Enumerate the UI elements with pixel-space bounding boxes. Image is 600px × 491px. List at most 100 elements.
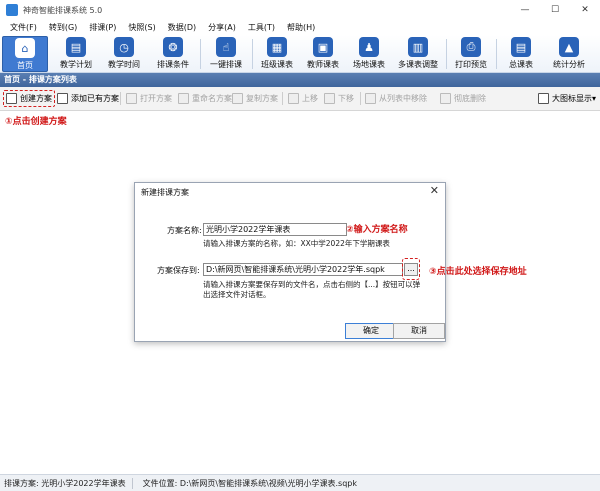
tool-statistics[interactable]: ▲ 统计分析 [546,36,592,72]
toolbar-separator [446,39,447,69]
menu-file[interactable]: 文件(F) [4,22,43,33]
delete-icon [440,93,451,104]
tool-home[interactable]: ⌂ 首页 [2,36,48,72]
menu-goto[interactable]: 转到(G) [43,22,83,33]
print-icon: ⎙ [461,37,481,57]
copy-label: 复制方案 [246,94,278,103]
action-bar: 创建方案 添加已有方案 打开方案 重命名方案 复制方案 上移 下移 从列表中移除… [0,87,600,111]
rename-label: 重命名方案 [192,94,232,103]
rename-icon [178,93,189,104]
status-plan: 排课方案: 光明小学2022学年课表 [4,478,126,488]
open-plan-button[interactable]: 打开方案 [126,90,172,107]
ok-button[interactable]: 确定 [345,323,397,339]
create-plan-button[interactable]: 创建方案 [3,90,55,107]
cancel-button[interactable]: 取消 [393,323,445,339]
tool-label: 班级课表 [261,60,293,69]
grid-view-icon [538,93,549,104]
delete-plan-button[interactable]: 彻底删除 [440,90,486,107]
remove-icon [365,93,376,104]
tool-label: 场地课表 [353,60,385,69]
tool-venue-timetable[interactable]: ♟ 场地课表 [346,36,392,72]
close-window-button[interactable]: ✕ [570,0,600,20]
action-separator [282,92,283,105]
class-timetable-icon: ▦ [267,37,287,57]
arrow-up-icon [288,93,299,104]
multi-timetable-icon: ▥ [408,37,428,57]
rename-plan-button[interactable]: 重命名方案 [178,90,232,107]
window-title: 神奇智能排课系统 5.0 [23,5,103,15]
dialog-title: 新建排课方案 [141,188,189,197]
window-controls: — ☐ ✕ [510,0,600,20]
tool-label: 打印预览 [455,60,487,69]
tool-teacher-timetable[interactable]: ▣ 教师课表 [300,36,346,72]
tool-label: 排课条件 [157,60,189,69]
tool-class-timetable[interactable]: ▦ 班级课表 [254,36,300,72]
tool-label: 总课表 [509,60,533,69]
tool-print-preview[interactable]: ⎙ 打印预览 [448,36,494,72]
copy-plan-button[interactable]: 复制方案 [232,90,278,107]
master-timetable-icon: ▤ [511,37,531,57]
menu-share[interactable]: 分享(A) [202,22,242,33]
tool-label: 统计分析 [553,60,585,69]
briefcase-icon: ▤ [66,37,86,57]
save-path-input[interactable]: D:\新网页\智能排课系统\光明小学2022学年.sqpk [203,263,403,276]
toolbar-separator [252,39,253,69]
teacher-timetable-icon: ▣ [313,37,333,57]
plan-name-input[interactable]: 光明小学2022学年课表 [203,223,347,236]
tool-label: 首页 [17,61,33,70]
clock-icon: ◷ [114,37,134,57]
minimize-button[interactable]: — [510,0,540,20]
tool-multi-timetable[interactable]: ▥ 多课表调整 [392,36,444,72]
menu-tools[interactable]: 工具(T) [242,22,281,33]
save-path-hint-line1: 请输入排课方案要保存到的文件名，点击右侧的【...】按钮可以弹 [203,280,421,289]
tool-teaching-plan[interactable]: ▤ 教学计划 [53,36,99,72]
dialog-close-icon[interactable]: ✕ [430,184,439,197]
panel-title: 首页 - 排课方案列表 [0,73,600,87]
dialog-body: 方案名称: 光明小学2022学年课表 请输入排课方案的名称，如：XX中学2022… [135,200,445,305]
browse-button[interactable]: ... [404,263,418,276]
menu-schedule[interactable]: 排课(P) [83,22,122,33]
maximize-button[interactable]: ☐ [540,0,570,20]
menu-data[interactable]: 数据(D) [162,22,202,33]
tool-conditions[interactable]: ❂ 排课条件 [150,36,196,72]
new-plan-dialog: 新建排课方案 ✕ 方案名称: 光明小学2022学年课表 请输入排课方案的名称，如… [134,182,446,342]
plan-name-label: 方案名称: [167,226,202,235]
app-logo-icon [6,4,18,16]
add-existing-plan-button[interactable]: 添加已有方案 [57,90,119,107]
arrow-down-icon [324,93,335,104]
move-down-button[interactable]: 下移 [324,90,354,107]
venue-timetable-icon: ♟ [359,37,379,57]
menu-snapshot[interactable]: 快照(S) [122,22,161,33]
plan-name-hint: 请输入排课方案的名称，如：XX中学2022年下学期课表 [203,239,390,248]
open-folder-icon [126,93,137,104]
move-up-label: 上移 [302,94,318,103]
chart-icon: ▲ [559,37,579,57]
remove-label: 从列表中移除 [379,94,427,103]
add-plan-icon [57,93,68,104]
tool-one-click-schedule[interactable]: ☝ 一键排课 [203,36,249,72]
annotation-step2: ②输入方案名称 [346,225,408,235]
pointer-icon: ☝ [216,37,236,57]
copy-icon [232,93,243,104]
chevron-down-icon: ▾ [592,94,597,103]
view-mode-dropdown[interactable]: 大图标显示 ▾ [538,90,596,107]
title-bar: 神奇智能排课系统 5.0 — ☐ ✕ [0,0,600,20]
tool-teaching-time[interactable]: ◷ 教学时间 [101,36,147,72]
status-bar: 排课方案: 光明小学2022学年课表 文件位置: D:\新网页\智能排课系统\视… [0,474,600,491]
menu-help[interactable]: 帮助(H) [281,22,321,33]
delete-label: 彻底删除 [454,94,486,103]
save-path-label: 方案保存到: [157,266,200,275]
home-icon: ⌂ [15,38,35,58]
toolbar-separator [200,39,201,69]
move-down-label: 下移 [338,94,354,103]
move-up-button[interactable]: 上移 [288,90,318,107]
create-plan-label: 创建方案 [20,94,52,103]
action-separator [120,92,121,105]
open-plan-label: 打开方案 [140,94,172,103]
tool-label: 教学时间 [108,60,140,69]
remove-from-list-button[interactable]: 从列表中移除 [365,90,427,107]
annotation-step3: ③点击此处选择保存地址 [429,267,527,277]
menu-bar: 文件(F) 转到(G) 排课(P) 快照(S) 数据(D) 分享(A) 工具(T… [0,20,600,35]
status-file-location: 文件位置: D:\新网页\智能排课系统\视频\光明小学课表.sqpk [142,478,357,488]
tool-master-timetable[interactable]: ▤ 总课表 [498,36,544,72]
